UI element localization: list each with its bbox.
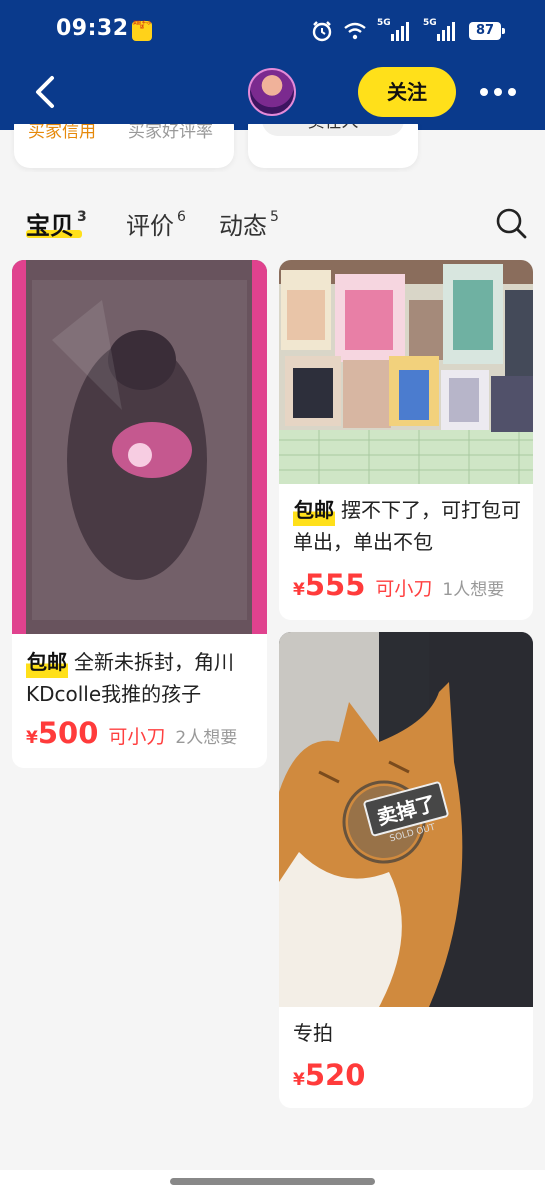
currency-symbol: ¥: [26, 728, 38, 748]
listing-title-text: 专拍: [293, 1021, 333, 1045]
tab-items-count: 3: [77, 209, 87, 225]
battery-icon: 87: [469, 22, 505, 40]
listing-title: 包邮 摆不下了，可打包可单出，单出不包: [293, 494, 521, 558]
wants-count: 1人想要: [442, 580, 505, 600]
seller-avatar[interactable]: [248, 68, 296, 116]
app-badge-text: 买回 千·小店: [133, 21, 152, 30]
free-shipping-badge: 包邮: [293, 494, 335, 526]
tab-items[interactable]: 宝贝 3: [26, 206, 87, 241]
buyer-credit-label: 买家信用: [28, 124, 96, 142]
price-row: ¥500 可小刀 2人想要: [26, 716, 237, 750]
status-icons: 5G 5G 87: [311, 18, 505, 44]
alarm-icon: [312, 21, 332, 42]
cellular-signal-2-icon: 5G: [423, 18, 459, 42]
tab-activity-count: 5: [270, 209, 279, 225]
tab-reviews-label: 评价: [126, 212, 174, 240]
free-shipping-badge: 包邮: [26, 646, 68, 678]
status-time: 09:32: [56, 16, 129, 41]
listing-price: ¥520: [293, 1058, 365, 1092]
seller-button[interactable]: 卖在人: [262, 124, 404, 136]
profile-cards-strip: 买家信用 买家好评率 卖在人: [0, 124, 545, 172]
tab-items-label: 宝贝: [26, 212, 74, 240]
tab-reviews-count: 6: [177, 209, 186, 225]
listing-card[interactable]: 包邮 全新未拆封，角川KDcolle我推的孩子 ¥500 可小刀 2人想要: [12, 260, 267, 768]
currency-symbol: ¥: [293, 580, 305, 600]
listing-card[interactable]: 包邮 摆不下了，可打包可单出，单出不包 ¥555 可小刀 1人想要: [279, 260, 533, 620]
buyer-credit-card[interactable]: 买家信用 买家好评率: [14, 124, 234, 168]
figure-collection-photo: [279, 260, 533, 484]
home-indicator[interactable]: [170, 1178, 375, 1185]
back-arrow-icon[interactable]: [28, 72, 64, 112]
buyer-rating-label: 买家好评率: [128, 124, 213, 142]
cellular-signal-1-icon: 5G: [377, 18, 413, 42]
bargain-label: 可小刀: [108, 726, 166, 748]
listing-price: ¥500: [26, 716, 98, 750]
listing-price: ¥555: [293, 568, 365, 602]
listing-title: 包邮 全新未拆封，角川KDcolle我推的孩子: [26, 646, 255, 710]
bargain-label: 可小刀: [375, 578, 433, 600]
price-amount: 500: [37, 716, 99, 750]
tab-activity-label: 动态: [219, 212, 267, 240]
tab-reviews[interactable]: 评价 6: [126, 206, 186, 241]
app-notification-icon: 买回 千·小店: [132, 21, 152, 41]
top-header: 09:32 买回 千·小店 5G 5G 87 关注: [0, 0, 545, 130]
profile-tabs: 宝贝 3 评价 6 动态 5: [0, 196, 545, 252]
price-amount: 520: [304, 1058, 366, 1092]
price-row: ¥555 可小刀 1人想要: [293, 568, 504, 602]
price-amount: 555: [304, 568, 366, 602]
listing-title: 专拍: [293, 1017, 521, 1049]
figure-box-photo: [12, 260, 267, 634]
wants-count: 2人想要: [175, 728, 238, 748]
listing-card[interactable]: 卖掉了 SOLD OUT 专拍 ¥520: [279, 632, 533, 1108]
seller-info-card: 卖在人: [248, 124, 418, 168]
price-row: ¥520: [293, 1058, 365, 1092]
status-bar: 09:32 买回 千·小店 5G 5G 87: [0, 0, 545, 60]
more-options-icon[interactable]: [478, 78, 518, 106]
tab-activity[interactable]: 动态 5: [219, 206, 279, 241]
currency-symbol: ¥: [293, 1070, 305, 1090]
search-icon[interactable]: [494, 206, 528, 240]
follow-button[interactable]: 关注: [358, 67, 456, 117]
wifi-icon: [344, 22, 366, 40]
